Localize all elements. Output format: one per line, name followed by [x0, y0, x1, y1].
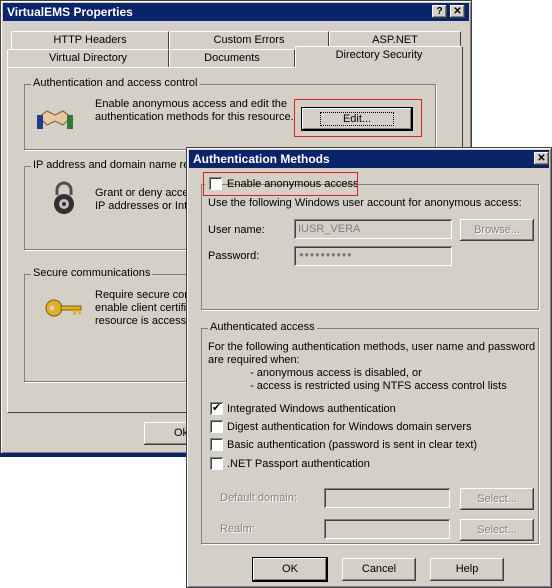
digest-auth-checkbox[interactable]: [210, 420, 223, 433]
auth-ok-label: OK: [282, 563, 298, 575]
auth-desc-line-2: authentication methods for this resource…: [95, 111, 294, 123]
tab-directory-security[interactable]: Directory Security: [295, 46, 463, 68]
tab-virtual-directory[interactable]: Virtual Directory: [7, 49, 169, 67]
username-label-text: User name:: [208, 224, 265, 236]
auth-methods-dialog: Authentication Methods ✕ Use the followi…: [186, 147, 552, 588]
dialog-close-icon[interactable]: ✕: [534, 152, 549, 165]
tab-http-headers[interactable]: HTTP Headers: [11, 31, 169, 49]
username-label: User name:: [208, 224, 265, 236]
auth-cancel-label: Cancel: [361, 563, 397, 575]
auth-desc-line-1: Enable anonymous access and edit the: [95, 98, 288, 110]
username-input[interactable]: IUSR_VERA: [294, 219, 452, 239]
key-icon: [45, 299, 82, 317]
auth-desc-line-3: - anonymous access is disabled, or: [250, 367, 422, 379]
auth-ok-button[interactable]: OK: [253, 558, 327, 581]
properties-title-bar[interactable]: VirtualEMS Properties ? ✕: [3, 3, 469, 21]
integrated-windows-row[interactable]: ✔ Integrated Windows authentication: [210, 401, 530, 417]
auth-help-button[interactable]: Help: [430, 558, 504, 581]
close-icon[interactable]: ✕: [450, 5, 465, 18]
realm-input[interactable]: [324, 519, 450, 539]
ip-restrictions-group-title: IP address and domain name res: [31, 159, 197, 171]
basic-auth-label: Basic authentication (password is sent i…: [227, 439, 478, 451]
realm-select-label: Select...: [477, 524, 517, 536]
tab-documents[interactable]: Documents: [169, 49, 295, 67]
password-input[interactable]: ●●●●●●●●●●: [294, 246, 452, 266]
auth-desc-line-2: are required when:: [208, 354, 300, 366]
auth-cancel-button[interactable]: Cancel: [342, 558, 416, 581]
digest-auth-row[interactable]: Digest authentication for Windows domain…: [210, 419, 530, 435]
passport-auth-row[interactable]: .NET Passport authentication: [210, 456, 530, 472]
password-value: ●●●●●●●●●●: [299, 250, 353, 259]
auth-methods-title-bar[interactable]: Authentication Methods ✕: [189, 150, 549, 168]
browse-button-label: Browse...: [474, 224, 520, 236]
authenticated-access-group: Authenticated access For the following a…: [201, 321, 539, 544]
secure-desc-line-1: Require secure con: [95, 289, 191, 301]
padlock-icon: [54, 181, 74, 214]
ip-desc-line-2: IP addresses or Int: [95, 200, 188, 212]
secure-desc-line-2: enable client certifi: [95, 302, 187, 314]
default-domain-label: Default domain:: [220, 492, 298, 504]
integrated-windows-checkbox[interactable]: ✔: [210, 402, 223, 415]
secure-desc-line-3: resource is accesse: [95, 315, 193, 327]
basic-auth-checkbox[interactable]: [210, 438, 223, 451]
handshake-icon: [37, 110, 73, 129]
username-value: IUSR_VERA: [298, 223, 361, 235]
edit-highlight-box: [294, 99, 422, 137]
ip-desc-line-1: Grant or deny acce: [95, 187, 189, 199]
auth-desc-line-1: For the following authentication methods…: [208, 341, 536, 353]
password-label: Password:: [208, 250, 260, 262]
default-domain-input[interactable]: [324, 488, 450, 508]
anonymous-access-group: Use the following Windows user account f…: [201, 184, 539, 310]
auth-help-label: Help: [455, 563, 479, 575]
secure-comms-group-title: Secure communications: [31, 267, 153, 279]
integrated-windows-label: Integrated Windows authentication: [227, 403, 396, 415]
auth-desc-line-4: - access is restricted using NTFS access…: [250, 380, 507, 392]
authenticated-access-group-title: Authenticated access: [208, 321, 317, 333]
auth-methods-title: Authentication Methods: [193, 152, 330, 166]
basic-auth-row[interactable]: Basic authentication (password is sent i…: [210, 437, 530, 453]
passport-auth-checkbox[interactable]: [210, 457, 223, 470]
background-window-edge: [0, 453, 190, 457]
auth-access-group-title: Authentication and access control: [31, 77, 200, 89]
anonymous-highlight-box: [203, 172, 358, 196]
default-domain-select-button[interactable]: Select...: [460, 488, 534, 510]
properties-title: VirtualEMS Properties: [7, 5, 133, 19]
default-domain-select-label: Select...: [477, 493, 517, 505]
realm-label: Realm:: [220, 523, 255, 535]
digest-auth-label: Digest authentication for Windows domain…: [227, 421, 472, 433]
browse-button[interactable]: Browse...: [460, 219, 534, 241]
help-icon[interactable]: ?: [432, 5, 447, 18]
passport-auth-label: .NET Passport authentication: [227, 458, 370, 470]
realm-select-button[interactable]: Select...: [460, 519, 534, 541]
use-account-text: Use the following Windows user account f…: [208, 197, 522, 209]
